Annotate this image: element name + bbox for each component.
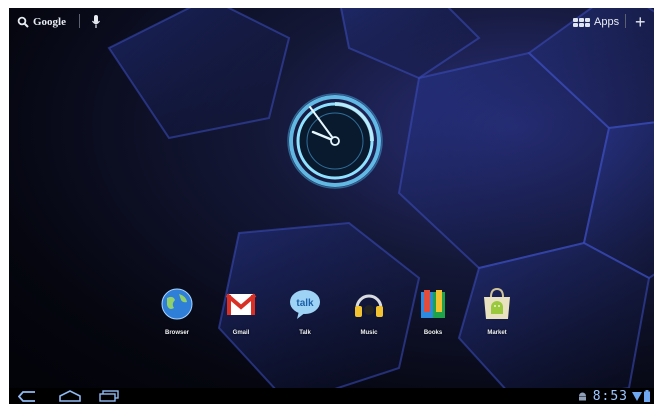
search-label: Google (33, 16, 66, 28)
search-icon (17, 16, 29, 28)
divider (79, 14, 80, 28)
hexagon-wallpaper (107, 8, 654, 404)
app-market[interactable]: Market (467, 286, 527, 336)
recent-apps-icon (99, 390, 119, 402)
home-screen: Google Apps + Browser Gmail talk Talk Mu… (9, 8, 654, 404)
app-label: Books (423, 330, 443, 336)
recent-apps-button[interactable] (99, 390, 119, 402)
app-label: Music (360, 330, 378, 336)
system-navigation-bar: 8:53 (9, 388, 654, 404)
microphone-icon (92, 15, 100, 28)
status-area[interactable]: 8:53 (578, 388, 650, 404)
add-widget-button[interactable]: + (635, 8, 646, 36)
home-button[interactable] (59, 390, 81, 402)
google-search-button[interactable]: Google (17, 8, 66, 36)
books-icon (421, 290, 445, 318)
android-debug-icon (578, 392, 586, 401)
app-label: Market (487, 330, 507, 336)
back-button[interactable] (17, 390, 37, 402)
app-gmail[interactable]: Gmail (211, 286, 271, 336)
market-bag-icon (484, 287, 510, 319)
status-time: 8:53 (592, 388, 628, 404)
browser-globe-icon (161, 288, 193, 320)
home-icon (59, 390, 81, 402)
app-books[interactable]: Books (403, 286, 463, 336)
music-headphones-icon (355, 294, 383, 317)
top-bar: Google Apps + (9, 8, 654, 36)
app-label: Gmail (232, 330, 250, 336)
battery-icon (644, 390, 650, 402)
device-frame: Google Apps + Browser Gmail talk Talk Mu… (0, 0, 662, 410)
app-music[interactable]: Music (339, 286, 399, 336)
divider (625, 14, 626, 28)
talk-bubble-icon: talk (290, 290, 320, 319)
add-label: + (635, 11, 646, 32)
back-icon (18, 390, 35, 402)
voice-search-button[interactable] (91, 8, 101, 36)
app-browser[interactable]: Browser (147, 286, 207, 336)
app-label: Browser (164, 330, 189, 336)
analog-clock-widget[interactable] (284, 90, 386, 192)
app-talk[interactable]: talk Talk (275, 286, 335, 336)
app-label: Talk (299, 330, 311, 336)
app-dock: Browser Gmail talk Talk Music Books Mark… (147, 286, 527, 342)
apps-grid-icon (573, 17, 590, 27)
gmail-envelope-icon (225, 293, 257, 315)
wifi-icon (632, 391, 642, 401)
apps-button[interactable]: Apps (573, 8, 619, 36)
apps-label: Apps (594, 16, 620, 28)
svg-text:talk: talk (296, 298, 314, 309)
